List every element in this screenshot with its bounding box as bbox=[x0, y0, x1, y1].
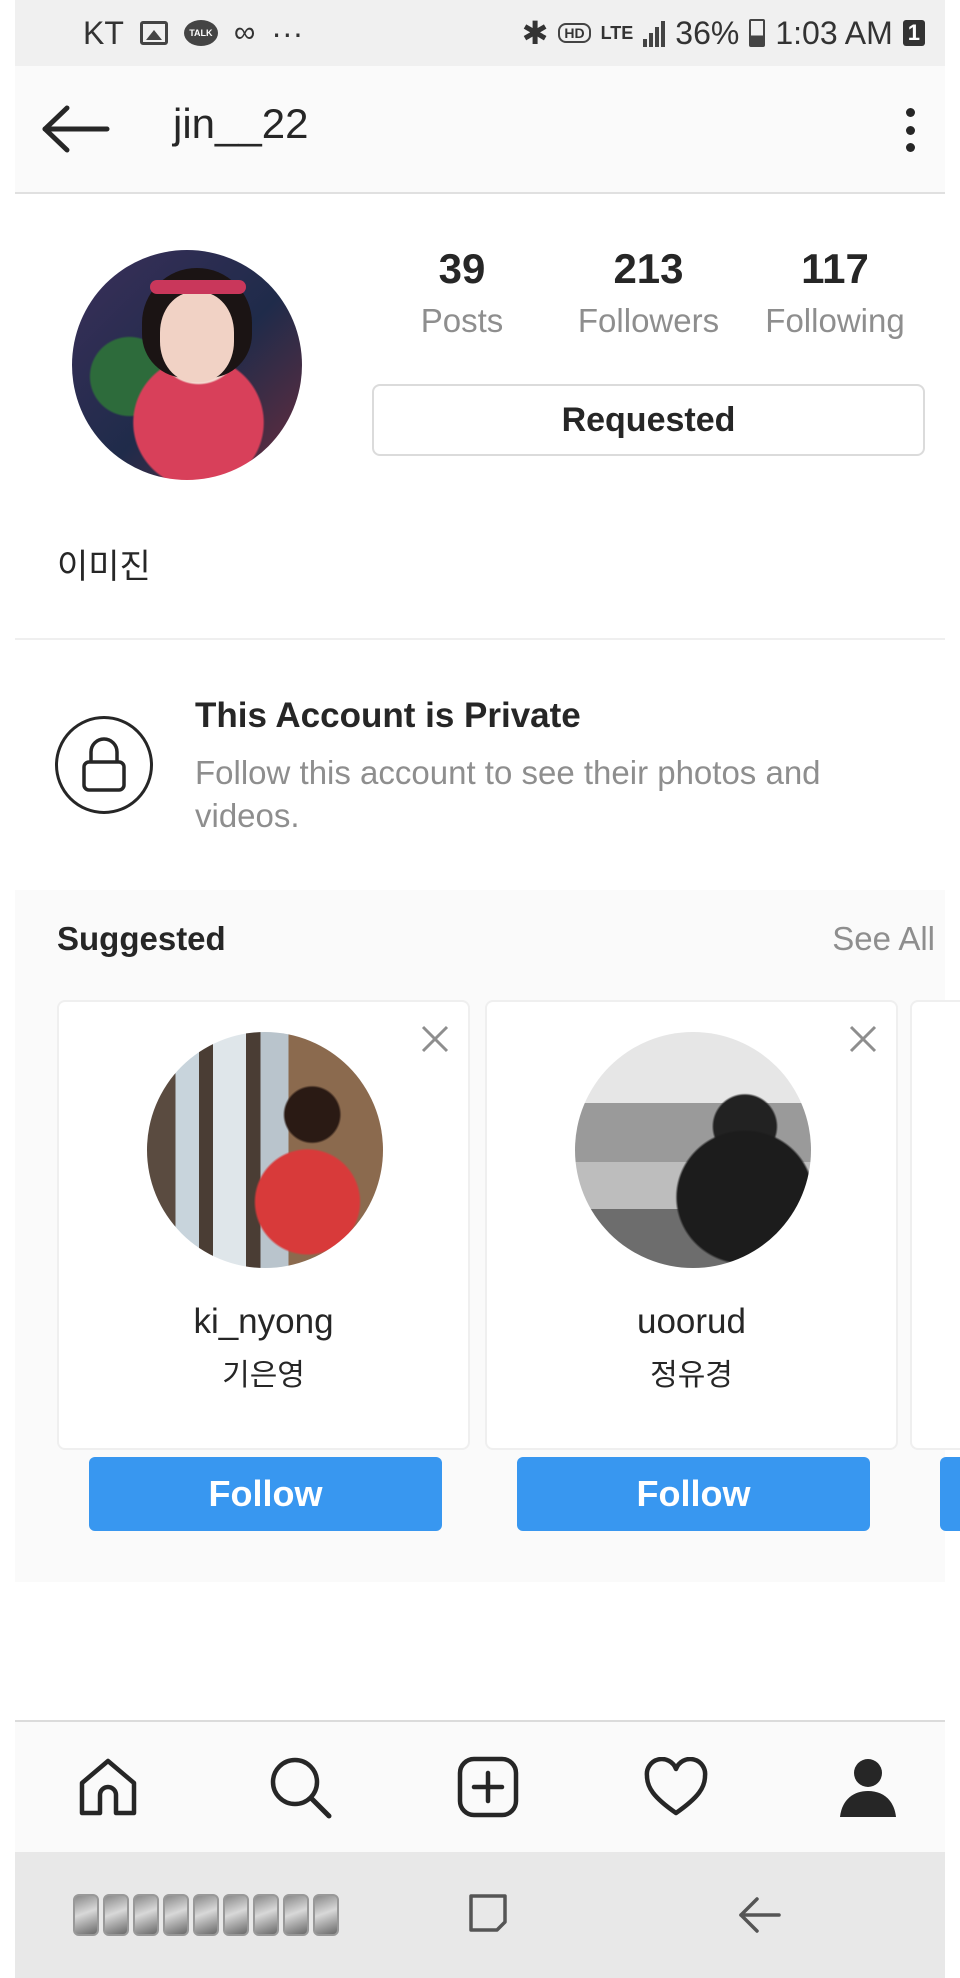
profile-section: 39 Posts 213 Followers 117 Following Req… bbox=[15, 194, 945, 638]
signal-icon bbox=[643, 19, 666, 47]
header-username: jin__22 bbox=[173, 100, 309, 147]
bottom-navigation bbox=[15, 1720, 945, 1852]
profile-stats: 39 Posts 213 Followers 117 Following bbox=[372, 244, 925, 340]
system-navigation-bar bbox=[15, 1852, 945, 1978]
profile-header: jin__22 bbox=[15, 66, 945, 194]
dismiss-icon[interactable] bbox=[420, 1024, 450, 1054]
follow-button-partial[interactable] bbox=[940, 1457, 960, 1531]
lte-icon: LTE bbox=[600, 23, 634, 43]
display-name: 이미진 bbox=[57, 548, 151, 586]
battery-percent: 36% bbox=[675, 14, 740, 51]
requested-button[interactable]: Requested bbox=[372, 384, 925, 456]
suggested-section: Suggested See All ki_nyong 기은영 Follow uo… bbox=[15, 890, 960, 1582]
suggested-avatar[interactable] bbox=[147, 1032, 383, 1268]
bluetooth-icon: ✱ bbox=[521, 15, 549, 51]
stat-label: Followers bbox=[577, 302, 720, 340]
heart-icon[interactable] bbox=[641, 1752, 711, 1822]
stat-following[interactable]: 117 Following bbox=[745, 244, 925, 340]
suggested-card-partial bbox=[910, 1000, 960, 1531]
empty-space bbox=[15, 1582, 945, 1720]
stat-followers[interactable]: 213 Followers bbox=[559, 244, 739, 340]
left-gutter bbox=[0, 0, 15, 1978]
notification-count-badge: 1 bbox=[902, 20, 925, 46]
carrier-label: KT bbox=[83, 14, 124, 51]
right-gutter bbox=[945, 0, 960, 1978]
stat-value: 39 bbox=[438, 245, 486, 292]
clock: 1:03 AM bbox=[775, 14, 893, 51]
home-icon[interactable] bbox=[73, 1752, 143, 1822]
suggested-title: Suggested bbox=[57, 920, 226, 957]
stat-value: 117 bbox=[801, 245, 869, 292]
private-title: This Account is Private bbox=[195, 696, 581, 735]
follow-button[interactable]: Follow bbox=[89, 1457, 442, 1531]
search-icon[interactable] bbox=[265, 1752, 335, 1822]
suggested-card: uoorud 정유경 Follow bbox=[485, 1000, 898, 1531]
lock-icon bbox=[55, 716, 153, 814]
stat-label: Following bbox=[765, 302, 905, 340]
recent-apps-icon[interactable] bbox=[73, 1894, 339, 1936]
private-account-notice: This Account is Private Follow this acco… bbox=[15, 640, 945, 890]
suggested-username[interactable]: ki_nyong bbox=[59, 1302, 468, 1342]
add-post-icon[interactable] bbox=[453, 1752, 523, 1822]
more-options-icon[interactable] bbox=[895, 102, 925, 158]
battery-icon bbox=[749, 19, 766, 47]
gallery-notification-icon bbox=[139, 21, 168, 45]
system-back-icon[interactable] bbox=[735, 1890, 785, 1940]
dismiss-icon[interactable] bbox=[848, 1024, 878, 1054]
status-left: KT TALK ∞ ··· bbox=[83, 15, 303, 52]
suggested-username[interactable]: uoorud bbox=[487, 1302, 896, 1342]
hd-voice-icon: HD bbox=[558, 23, 591, 43]
stat-label: Posts bbox=[420, 302, 504, 340]
profile-avatar[interactable] bbox=[72, 250, 302, 480]
kakaotalk-icon: TALK bbox=[183, 20, 218, 46]
suggested-fullname: 기은영 bbox=[222, 1359, 305, 1392]
private-description: Follow this account to see their photos … bbox=[195, 754, 821, 834]
suggested-avatar[interactable] bbox=[575, 1032, 811, 1268]
link-icon: ∞ bbox=[233, 16, 256, 49]
back-arrow-icon[interactable] bbox=[41, 104, 111, 154]
status-bar: KT TALK ∞ ··· ✱ HD LTE 36% 1:03 AM 1 bbox=[15, 0, 945, 66]
see-all-link[interactable]: See All bbox=[832, 920, 935, 958]
status-right: ✱ HD LTE 36% 1:03 AM 1 bbox=[522, 14, 925, 52]
suggested-fullname: 정유경 bbox=[650, 1359, 733, 1392]
profile-icon[interactable] bbox=[833, 1752, 903, 1822]
suggested-card: ki_nyong 기은영 Follow bbox=[57, 1000, 470, 1531]
stat-posts: 39 Posts bbox=[372, 244, 552, 340]
follow-button[interactable]: Follow bbox=[517, 1457, 870, 1531]
home-button-icon[interactable] bbox=[467, 1892, 509, 1934]
stat-value: 213 bbox=[613, 245, 684, 292]
more-notifications-icon: ··· bbox=[271, 14, 304, 51]
